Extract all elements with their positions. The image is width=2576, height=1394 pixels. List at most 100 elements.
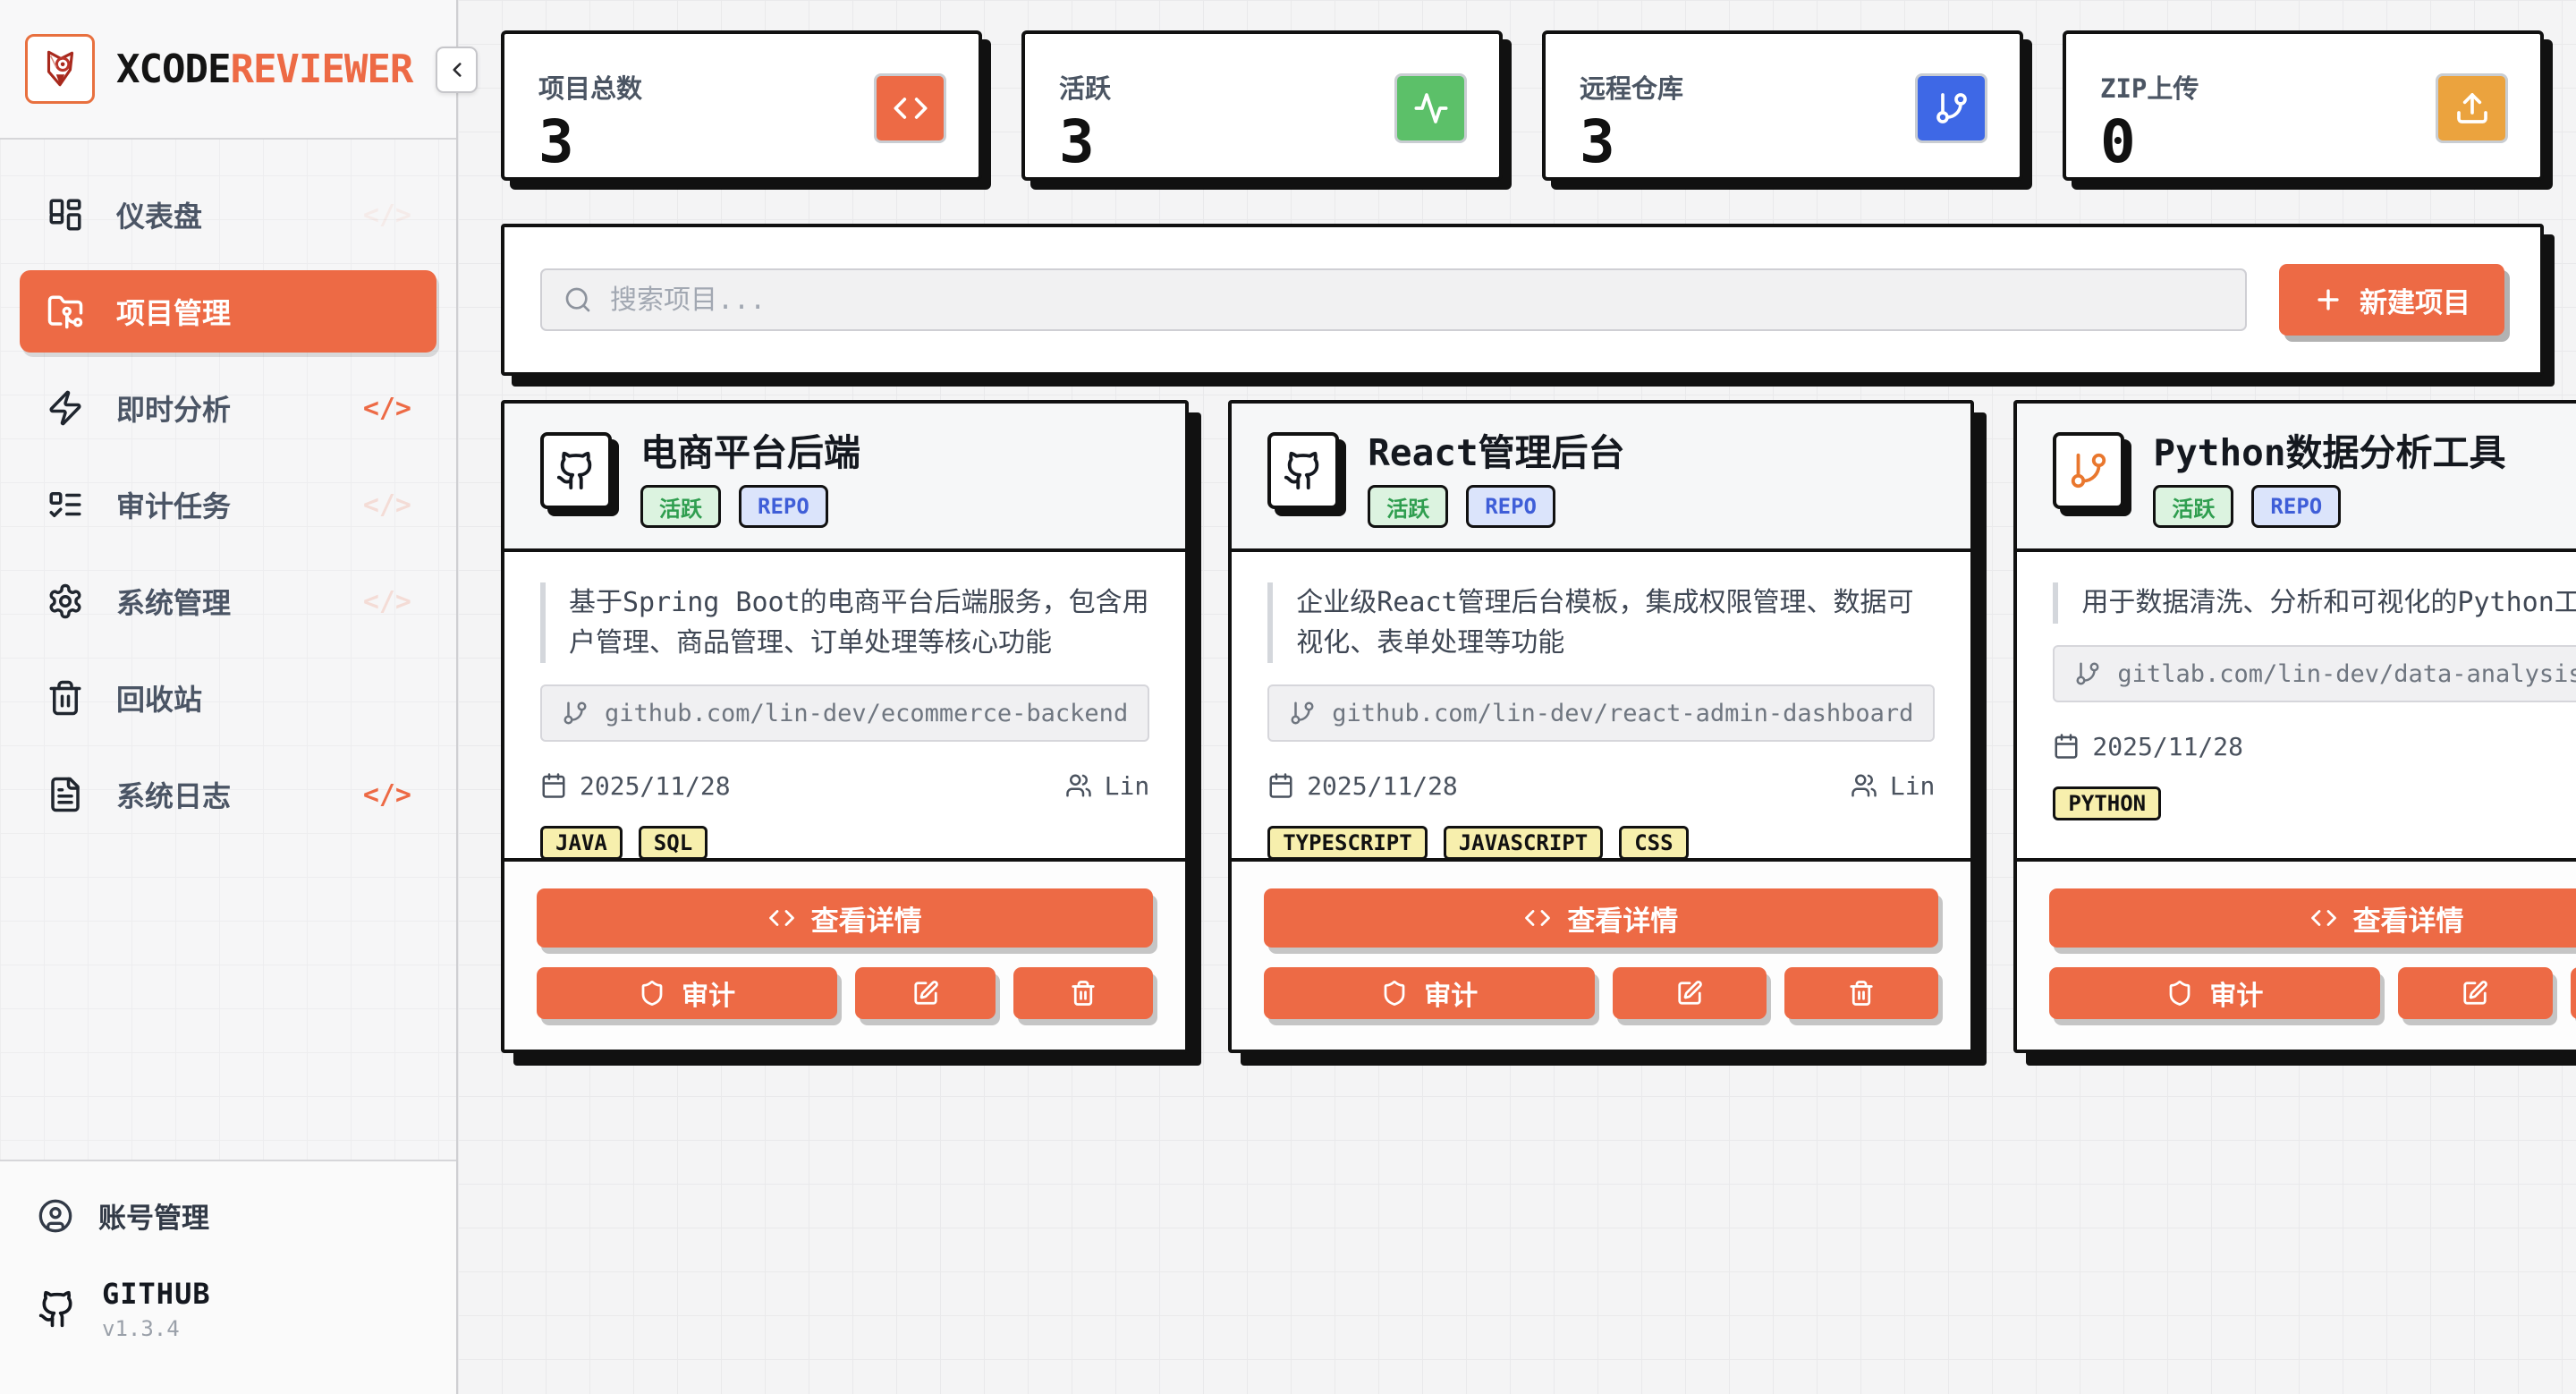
account-label: 账号管理 xyxy=(98,1195,209,1236)
tag-list: TYPESCRIPT JAVASCRIPT CSS xyxy=(1267,826,1935,860)
app-version: v1.3.4 xyxy=(102,1316,211,1341)
new-project-button[interactable]: 新建项目 xyxy=(2279,264,2504,336)
edit-icon xyxy=(2462,980,2488,1007)
delete-button[interactable] xyxy=(1013,967,1153,1019)
sidebar-item-recycle-bin[interactable]: 回收站 xyxy=(20,657,436,739)
stat-label: 活跃 xyxy=(1059,68,1111,106)
project-card-body: 用于数据清洗、分析和可视化的Python工具集 gitlab.com/lin-d… xyxy=(2017,552,2576,858)
sidebar-item-label: 审计任务 xyxy=(116,484,231,525)
status-badge: 活跃 xyxy=(1368,485,1448,528)
edit-button[interactable] xyxy=(2398,967,2552,1019)
app-name: GITHUB xyxy=(102,1277,211,1311)
code-marker: </> xyxy=(363,200,411,231)
stat-label: 远程仓库 xyxy=(1580,68,1683,106)
repo-url-box: github.com/lin-dev/ecommerce-backend xyxy=(540,684,1149,742)
sidebar-item-audit-tasks[interactable]: 审计任务 </> xyxy=(20,463,436,546)
sidebar-item-label: 系统日志 xyxy=(116,774,231,815)
project-title: Python数据分析工具 xyxy=(2153,432,2505,474)
code-marker: </> xyxy=(363,779,411,811)
edit-icon xyxy=(1676,980,1703,1007)
tag-list: JAVA SQL xyxy=(540,826,1149,860)
code-marker: </> xyxy=(363,489,411,521)
view-details-button[interactable]: 查看详情 xyxy=(2049,888,2576,948)
github-icon xyxy=(1267,432,1339,509)
project-description: 企业级React管理后台模板，集成权限管理、数据可视化、表单处理等功能 xyxy=(1267,582,1935,663)
audit-button[interactable]: 审计 xyxy=(1264,967,1595,1019)
language-tag: PYTHON xyxy=(2053,786,2161,820)
trash-icon xyxy=(47,679,84,717)
activity-icon xyxy=(1394,73,1467,143)
sidebar-item-dashboard[interactable]: 仪表盘 </> xyxy=(20,174,436,256)
sidebar: XCODEREVIEWER 仪表盘 </> 项目管理 xyxy=(0,0,458,1394)
search-input[interactable] xyxy=(610,285,2224,316)
search-box xyxy=(540,268,2247,331)
type-badge: REPO xyxy=(2251,485,2341,528)
edit-button[interactable] xyxy=(1613,967,1767,1019)
project-card-body: 基于Spring Boot的电商平台后端服务，包含用户管理、商品管理、订单处理等… xyxy=(504,552,1185,858)
main-content: 项目总数 3 活跃 3 远程仓库 3 xyxy=(458,0,2576,1394)
sidebar-item-system-admin[interactable]: 系统管理 </> xyxy=(20,560,436,642)
tag-list: PYTHON xyxy=(2053,786,2576,820)
sidebar-footer: 账号管理 GITHUB v1.3.4 xyxy=(0,1160,456,1394)
stats-row: 项目总数 3 活跃 3 远程仓库 3 xyxy=(501,30,2544,181)
plus-icon xyxy=(2313,285,2343,315)
users-icon xyxy=(1851,772,1877,799)
account-management-item[interactable]: 账号管理 xyxy=(38,1195,419,1236)
sidebar-item-projects[interactable]: 项目管理 xyxy=(20,270,436,353)
status-badge: 活跃 xyxy=(640,485,721,528)
user-circle-icon xyxy=(38,1198,73,1234)
project-title: 电商平台后端 xyxy=(640,432,860,474)
stat-value: 3 xyxy=(1580,113,1683,172)
language-tag: SQL xyxy=(639,826,708,860)
project-card-header: 电商平台后端 活跃 REPO xyxy=(504,404,1185,552)
git-branch-icon xyxy=(1289,700,1316,727)
repo-url: github.com/lin-dev/react-admin-dashboard xyxy=(1332,700,1913,727)
sidebar-item-system-logs[interactable]: 系统日志 </> xyxy=(20,753,436,836)
code-icon xyxy=(2310,905,2337,931)
stat-value: 3 xyxy=(1059,113,1111,172)
repo-url: gitlab.com/lin-dev/data-analysis-toolkit xyxy=(2117,660,2576,688)
sidebar-item-label: 系统管理 xyxy=(116,581,231,622)
stat-value: 3 xyxy=(538,113,642,172)
stat-card-zip-uploads: ZIP上传 0 xyxy=(2063,30,2544,181)
sidebar-nav: 仪表盘 </> 项目管理 即时分析 </> 审计任务 xyxy=(0,174,456,836)
brand-logo-icon xyxy=(25,34,95,104)
project-date: 2025/11/28 xyxy=(1267,771,1458,801)
brand-title: XCODEREVIEWER xyxy=(116,47,412,92)
stat-card-total-projects: 项目总数 3 xyxy=(501,30,982,181)
github-icon xyxy=(540,432,612,509)
project-title: React管理后台 xyxy=(1368,432,1624,474)
stat-card-remote-repos: 远程仓库 3 xyxy=(1542,30,2023,181)
calendar-icon xyxy=(2053,733,2080,760)
shield-icon xyxy=(1381,980,1408,1007)
git-branch-icon xyxy=(562,700,589,727)
project-description: 用于数据清洗、分析和可视化的Python工具集 xyxy=(2053,582,2576,624)
project-date: 2025/11/28 xyxy=(540,771,731,801)
sidebar-item-instant-analysis[interactable]: 即时分析 </> xyxy=(20,367,436,449)
stat-label: ZIP上传 xyxy=(2100,68,2199,106)
edit-button[interactable] xyxy=(855,967,995,1019)
project-card-header: React管理后台 活跃 REPO xyxy=(1232,404,1970,552)
audit-button[interactable]: 审计 xyxy=(537,967,837,1019)
delete-button[interactable] xyxy=(2571,967,2576,1019)
app-root: XCODEREVIEWER 仪表盘 </> 项目管理 xyxy=(0,0,2576,1394)
project-card-header: Python数据分析工具 活跃 REPO xyxy=(2017,404,2576,552)
repo-url: github.com/lin-dev/ecommerce-backend xyxy=(605,700,1128,727)
delete-button[interactable] xyxy=(1784,967,1938,1019)
users-icon xyxy=(1065,772,1092,799)
stat-label: 项目总数 xyxy=(538,68,642,106)
git-branch-icon xyxy=(2074,660,2101,687)
audit-button[interactable]: 审计 xyxy=(2049,967,2380,1019)
sidebar-collapse-button[interactable] xyxy=(436,47,478,93)
brand-title-black: XCODE xyxy=(116,47,230,92)
project-owner: Lin xyxy=(1851,771,1936,801)
project-description: 基于Spring Boot的电商平台后端服务，包含用户管理、商品管理、订单处理等… xyxy=(540,582,1149,663)
view-details-button[interactable]: 查看详情 xyxy=(1264,888,1938,948)
project-card-react-admin: React管理后台 活跃 REPO 企业级React管理后台模板，集成权限管理、… xyxy=(1228,400,1974,1053)
type-badge: REPO xyxy=(1466,485,1555,528)
calendar-icon xyxy=(1267,772,1294,799)
code-marker: </> xyxy=(363,393,411,424)
file-text-icon xyxy=(47,776,84,813)
view-details-button[interactable]: 查看详情 xyxy=(537,888,1153,948)
layout-dashboard-icon xyxy=(47,196,84,234)
